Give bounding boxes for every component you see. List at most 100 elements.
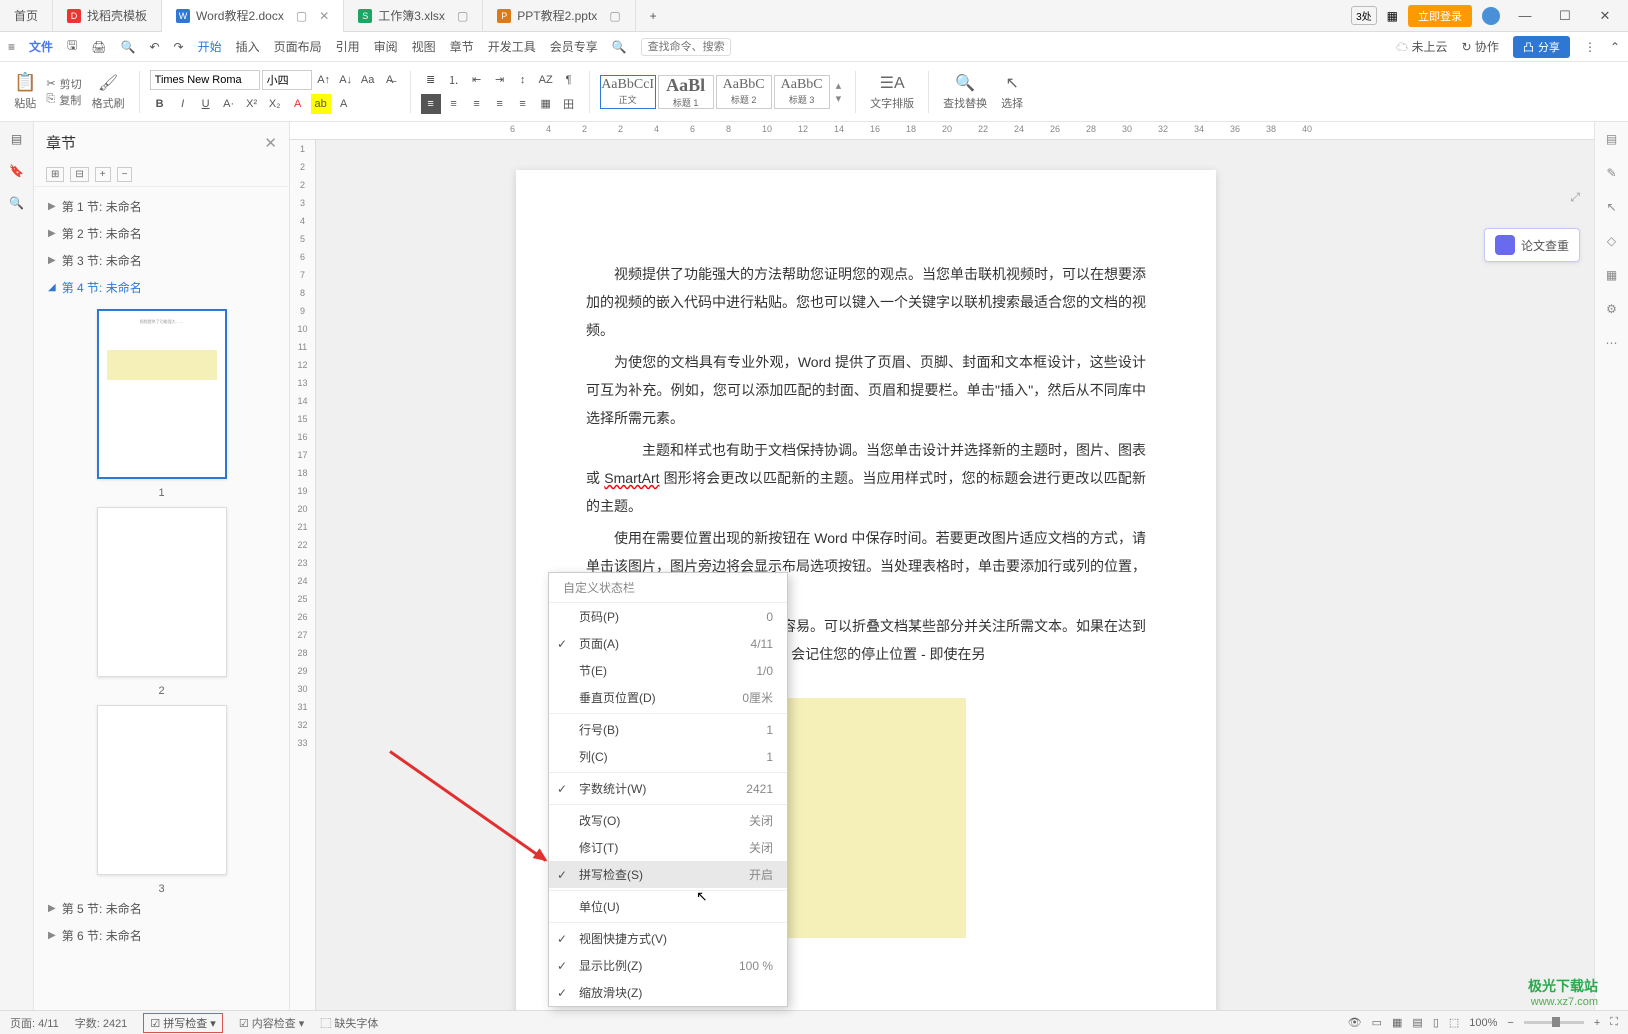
- bullets-icon[interactable]: ≣: [421, 70, 441, 90]
- status-bar[interactable]: 页面: 4/11 字数: 2421 ☑ 拼写检查 ▾ ☑ 内容检查 ▾ ⬚ 缺失…: [0, 1010, 1628, 1034]
- align-justify-icon[interactable]: ≡: [490, 94, 510, 114]
- menu-member[interactable]: 会员专享: [550, 38, 598, 55]
- linespacing-icon[interactable]: ↕: [513, 70, 533, 90]
- menu-layout[interactable]: 页面布局: [274, 38, 322, 55]
- align-left-icon[interactable]: ≡: [421, 94, 441, 114]
- strike-button[interactable]: A·: [219, 94, 239, 114]
- context-menu-item[interactable]: 行号(B)1: [549, 716, 787, 743]
- eye-icon[interactable]: 👁: [1348, 1016, 1362, 1029]
- find-replace-button[interactable]: 🔍查找替换: [939, 73, 991, 111]
- textwrap-button[interactable]: ☰A文字排版: [866, 73, 918, 111]
- chapter-item[interactable]: ▶第 3 节: 未命名: [34, 247, 289, 274]
- style-h1[interactable]: AaBl标题 1: [658, 75, 714, 109]
- clear-format-icon[interactable]: A̶: [380, 70, 400, 90]
- context-menu-item[interactable]: 修订(T)关闭: [549, 834, 787, 861]
- close-button[interactable]: ✕: [1590, 8, 1620, 24]
- bold-button[interactable]: B: [150, 94, 170, 114]
- page-thumbnail[interactable]: [97, 705, 227, 875]
- page-thumbnail[interactable]: [97, 507, 227, 677]
- login-button[interactable]: 立即登录: [1408, 5, 1472, 27]
- search-icon[interactable]: 🔍: [9, 196, 24, 210]
- indent-inc-icon[interactable]: ⇥: [490, 70, 510, 90]
- tool-add-icon[interactable]: +: [95, 167, 111, 182]
- decrease-font-icon[interactable]: A↓: [336, 70, 356, 90]
- redo-icon[interactable]: ↷: [174, 40, 184, 54]
- toolbox-icon[interactable]: ▤: [1606, 132, 1617, 146]
- preview-icon[interactable]: 🔍: [121, 40, 136, 54]
- context-menu-item[interactable]: ✓视图快捷方式(V): [549, 925, 787, 952]
- shape-icon[interactable]: ◇: [1607, 234, 1616, 248]
- context-menu-item[interactable]: 垂直页位置(D)0厘米: [549, 684, 787, 711]
- page-scroll[interactable]: 视频提供了功能强大的方法帮助您证明您的观点。当您单击联机视频时，可以在想要添加的…: [316, 140, 1594, 1010]
- format-painter[interactable]: 🖌格式刷: [88, 73, 129, 111]
- copy-label[interactable]: 复制: [59, 92, 81, 108]
- cloud-status[interactable]: ☁ 未上云: [1396, 38, 1447, 55]
- menu-view[interactable]: 视图: [412, 38, 436, 55]
- more-icon[interactable]: ⋮: [1584, 40, 1596, 54]
- cursor-icon[interactable]: ↖: [1606, 200, 1616, 214]
- subscript-button[interactable]: X₂: [265, 94, 285, 114]
- shading-icon[interactable]: ▦: [536, 94, 556, 114]
- context-menu-item[interactable]: 页码(P)0: [549, 603, 787, 630]
- vertical-ruler[interactable]: 1223456789101112131415161718192021222324…: [290, 140, 316, 1010]
- zoom-in-icon[interactable]: +: [1594, 1017, 1600, 1029]
- superscript-button[interactable]: X²: [242, 94, 262, 114]
- underline-button[interactable]: U: [196, 94, 216, 114]
- border-icon[interactable]: 田: [559, 94, 579, 114]
- tab-home[interactable]: 首页: [0, 0, 53, 32]
- char-shade-button[interactable]: A: [334, 94, 354, 114]
- context-menu-item[interactable]: 列(C)1: [549, 743, 787, 770]
- menu-insert[interactable]: 插入: [236, 38, 260, 55]
- case-icon[interactable]: Aa: [358, 70, 378, 90]
- select-button[interactable]: ↖选择: [997, 73, 1027, 111]
- font-size-select[interactable]: [262, 70, 312, 90]
- bookmark-icon[interactable]: 🔖: [9, 164, 24, 178]
- cut-icon[interactable]: ✂: [46, 77, 55, 90]
- italic-button[interactable]: I: [173, 94, 193, 114]
- pivot-icon[interactable]: ▦: [1606, 268, 1617, 282]
- status-spellcheck[interactable]: ☑ 拼写检查 ▾: [143, 1013, 223, 1033]
- badge-icon[interactable]: 3处: [1351, 6, 1377, 25]
- paragraph-marks-icon[interactable]: ¶: [559, 70, 579, 90]
- style-more-icon[interactable]: ▴▾: [832, 75, 846, 109]
- tool-expand-icon[interactable]: ⊞: [46, 167, 64, 182]
- copy-icon[interactable]: ⎘: [46, 93, 55, 106]
- context-menu-item[interactable]: 单位(U): [549, 893, 787, 920]
- align-right-icon[interactable]: ≡: [467, 94, 487, 114]
- chapter-item[interactable]: ▶第 1 节: 未命名: [34, 193, 289, 220]
- tab-minimize-icon[interactable]: ▢: [296, 9, 307, 23]
- new-tab-button[interactable]: +: [636, 0, 671, 32]
- menu-review[interactable]: 审阅: [374, 38, 398, 55]
- maximize-button[interactable]: ☐: [1550, 8, 1580, 24]
- context-menu-item[interactable]: ✓页面(A)4/11: [549, 630, 787, 657]
- close-icon[interactable]: ▢: [457, 9, 468, 23]
- tab-ppt[interactable]: PPPT教程2.pptx▢: [483, 0, 635, 32]
- tab-template[interactable]: D找稻壳模板: [53, 0, 162, 32]
- status-page[interactable]: 页面: 4/11: [10, 1015, 59, 1031]
- tab-word-doc[interactable]: WWord教程2.docx▢✕: [162, 0, 344, 32]
- menu-section[interactable]: 章节: [450, 38, 474, 55]
- print-icon[interactable]: 🖨: [91, 40, 106, 54]
- horizontal-ruler[interactable]: 642246810121416182022242628303234363840: [290, 122, 1594, 140]
- menu-dev[interactable]: 开发工具: [488, 38, 536, 55]
- increase-font-icon[interactable]: A↑: [314, 70, 334, 90]
- menu-icon[interactable]: ≡: [8, 40, 15, 54]
- sort-icon[interactable]: AZ: [536, 70, 556, 90]
- status-missing-font[interactable]: ⬚ 缺失字体: [320, 1015, 378, 1031]
- zoom-slider[interactable]: [1524, 1021, 1584, 1024]
- grid-icon[interactable]: ▦: [1387, 9, 1398, 23]
- close-icon[interactable]: ▢: [609, 9, 620, 23]
- coop-button[interactable]: ↻ 协作: [1462, 38, 1499, 55]
- outline-icon[interactable]: ▤: [11, 132, 22, 146]
- font-name-select[interactable]: [150, 70, 260, 90]
- context-menu-item[interactable]: ✓字数统计(W)2421: [549, 775, 787, 802]
- zoom-out-icon[interactable]: −: [1507, 1017, 1513, 1029]
- chapter-item[interactable]: ▶第 6 节: 未命名: [34, 922, 289, 949]
- style-h2[interactable]: AaBbC标题 2: [716, 75, 772, 109]
- context-menu-item[interactable]: 改写(O)关闭: [549, 807, 787, 834]
- tool-collapse-icon[interactable]: ⊟: [70, 167, 88, 182]
- font-color-button[interactable]: A: [288, 94, 308, 114]
- expand-icon[interactable]: ⌃: [1610, 40, 1620, 54]
- context-menu-item[interactable]: ✓显示比例(Z)100 %: [549, 952, 787, 979]
- avatar[interactable]: [1482, 7, 1500, 25]
